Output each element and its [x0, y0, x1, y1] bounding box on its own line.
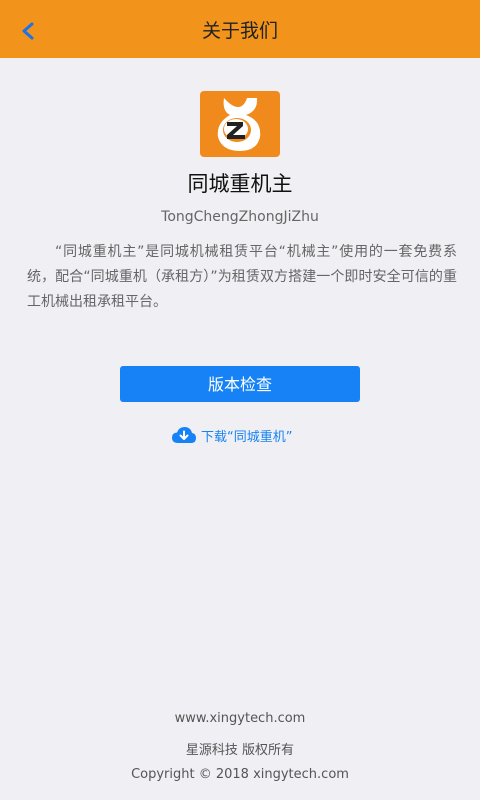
app-header: 关于我们 [0, 0, 480, 58]
cloud-download-icon [172, 427, 196, 443]
footer-rights: 星源科技 版权所有 [185, 743, 295, 758]
download-link-label: 下载“同城重机” [201, 429, 293, 445]
app-description: “同城重机主”是同城机械租赁平台“机械主”使用的一套免费系统，配合“同城重机（承… [27, 244, 457, 310]
version-check-button[interactable]: 版本检查 [120, 366, 360, 402]
app-logo-icon [200, 91, 280, 157]
page-title: 关于我们 [201, 20, 278, 42]
footer-copyright: Copyright © 2018 xingytech.com [131, 767, 349, 782]
app-logo [200, 91, 280, 157]
app-name-pinyin: TongChengZhongJiZhu [161, 209, 319, 225]
app-name: 同城重机主 [187, 172, 293, 196]
download-link[interactable]: 下载“同城重机” [171, 424, 292, 446]
footer-website: www.xingytech.com [174, 711, 306, 726]
